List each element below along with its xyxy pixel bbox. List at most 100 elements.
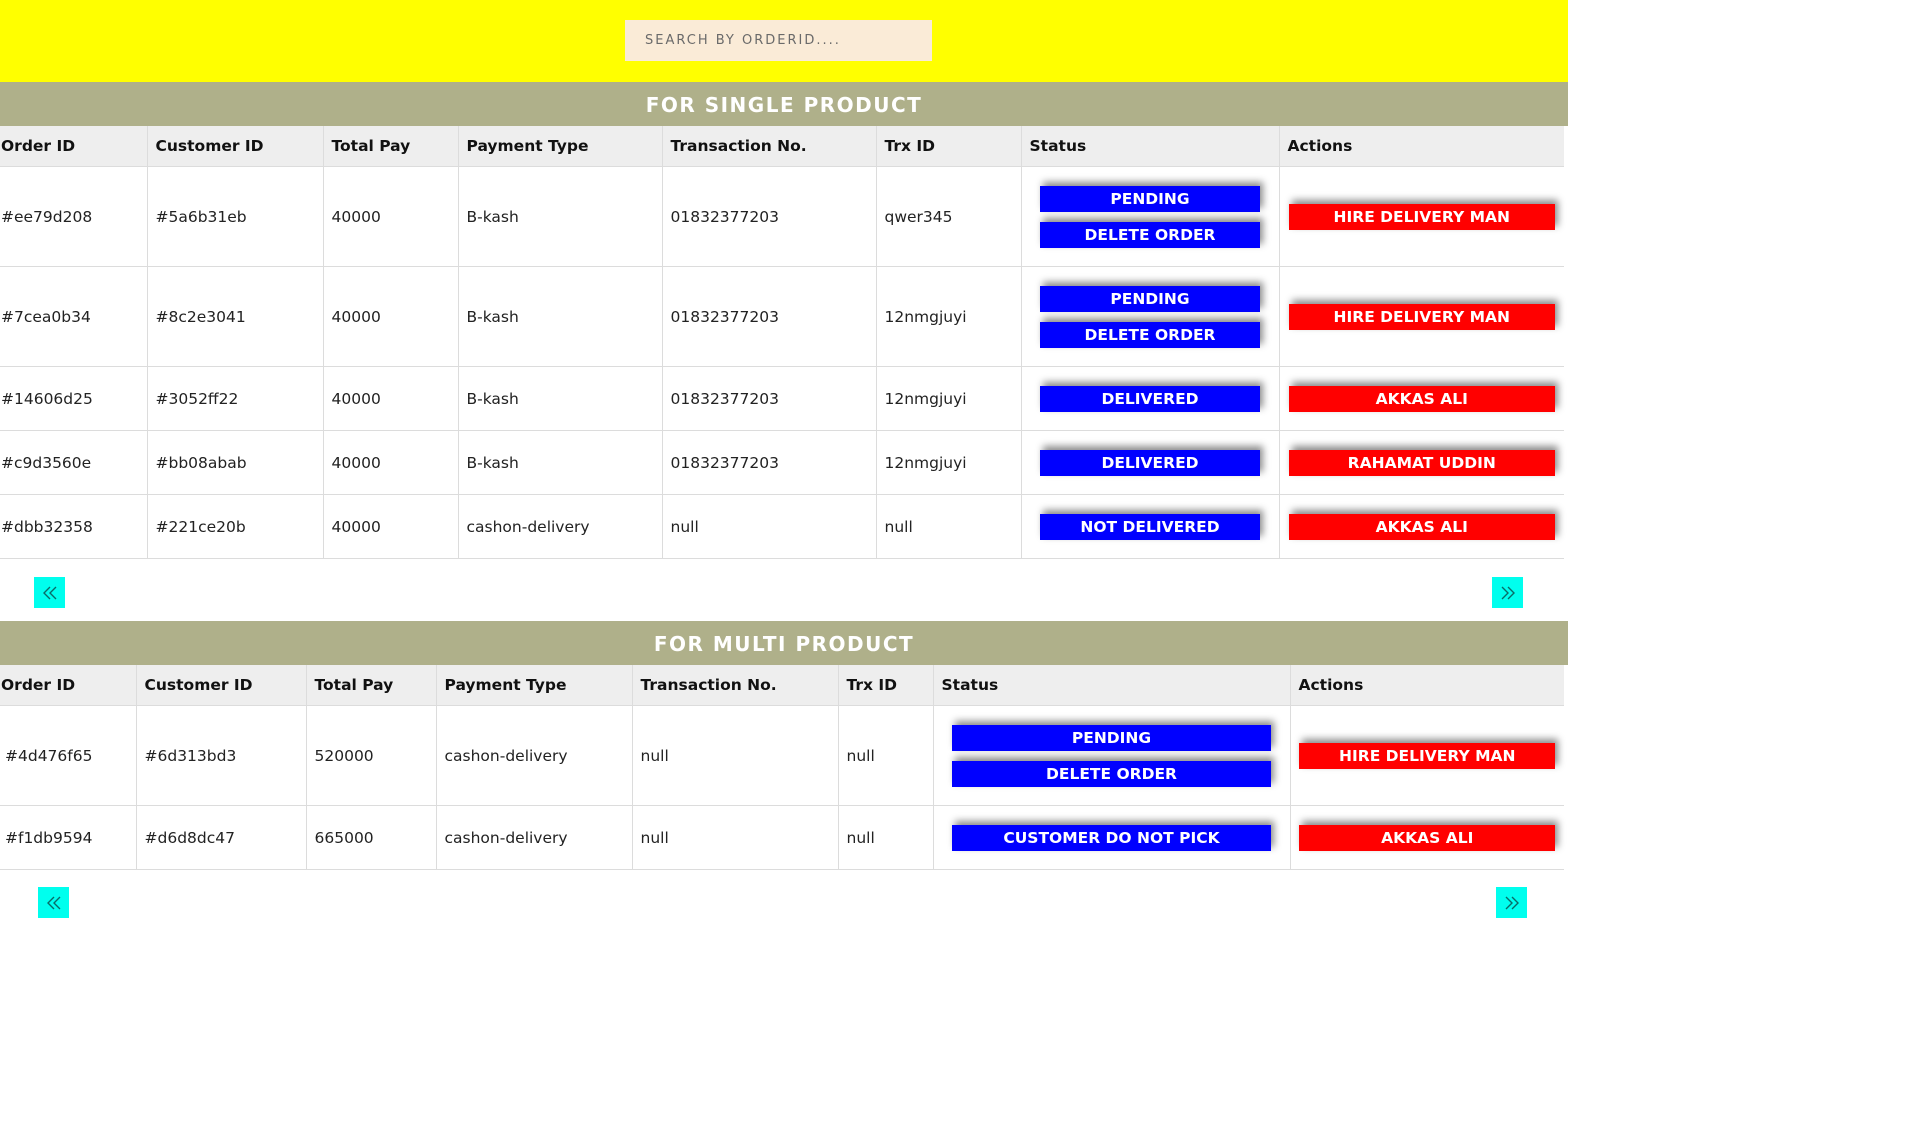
trx-id: null xyxy=(875,494,1021,559)
header-payment-type: Payment Type xyxy=(457,126,662,167)
delivery-man-button[interactable]: AKKAS ALI xyxy=(1288,513,1555,540)
actions-cell: HIRE DELIVERY MAN xyxy=(1278,266,1564,367)
header-trx-id: Trx ID xyxy=(875,126,1021,167)
status-button[interactable]: PENDING xyxy=(1040,185,1260,212)
actions-cell: AKKAS ALI xyxy=(1278,494,1564,559)
table-row: #f1db9594 #d6d8dc47 665000 cashon-delive… xyxy=(0,805,1564,870)
transaction-no: 01832377203 xyxy=(661,166,876,267)
table-row: #7cea0b34 #8c2e3041 40000 B-kash 0183237… xyxy=(0,266,1564,367)
transaction-no: 01832377203 xyxy=(661,430,876,495)
customer-id: #5a6b31eb xyxy=(146,166,323,267)
order-id: #c9d3560e xyxy=(0,430,147,495)
payment-type: B-kash xyxy=(457,166,662,267)
hire-delivery-man-button[interactable]: HIRE DELIVERY MAN xyxy=(1288,203,1555,230)
customer-id: #6d313bd3 xyxy=(135,705,306,806)
status-cell: PENDING DELETE ORDER xyxy=(1020,266,1279,367)
header-order-id: Order ID xyxy=(0,126,147,167)
table-row: #ee79d208 #5a6b31eb 40000 B-kash 0183237… xyxy=(0,166,1564,267)
payment-type: B-kash xyxy=(457,430,662,495)
trx-id: null xyxy=(837,705,933,806)
transaction-no: 01832377203 xyxy=(661,266,876,367)
header-payment-type: Payment Type xyxy=(435,665,632,706)
next-page-button[interactable] xyxy=(1492,577,1523,608)
header-trx-id: Trx ID xyxy=(837,665,933,706)
search-input[interactable] xyxy=(625,20,932,61)
order-id: #7cea0b34 xyxy=(0,266,147,367)
prev-page-button[interactable] xyxy=(38,887,69,918)
total-pay: 40000 xyxy=(322,430,458,495)
total-pay: 40000 xyxy=(322,366,458,431)
double-chevron-right-icon xyxy=(1501,586,1515,599)
trx-id: 12nmgjuyi xyxy=(875,366,1021,431)
table-row: #c9d3560e #bb08abab 40000 B-kash 0183237… xyxy=(0,430,1564,495)
header-transaction-no: Transaction No. xyxy=(631,665,838,706)
delivery-man-button[interactable]: AKKAS ALI xyxy=(1288,385,1555,412)
hire-delivery-man-button[interactable]: HIRE DELIVERY MAN xyxy=(1299,742,1556,769)
payment-type: cashon-delivery xyxy=(435,805,632,870)
header-status: Status xyxy=(1020,126,1279,167)
order-id: #ee79d208 xyxy=(0,166,147,267)
order-id: #4d476f65 xyxy=(0,705,136,806)
status-cell: PENDING DELETE ORDER xyxy=(1020,166,1279,267)
status-button[interactable]: NOT DELIVERED xyxy=(1040,513,1260,540)
status-button[interactable]: PENDING xyxy=(1040,285,1260,312)
hire-delivery-man-button[interactable]: HIRE DELIVERY MAN xyxy=(1288,303,1555,330)
total-pay: 40000 xyxy=(322,494,458,559)
trx-id: qwer345 xyxy=(875,166,1021,267)
transaction-no: null xyxy=(631,805,838,870)
payment-type: B-kash xyxy=(457,266,662,367)
trx-id: 12nmgjuyi xyxy=(875,430,1021,495)
top-bar xyxy=(0,0,1568,82)
single-product-table: Order ID Customer ID Total Pay Payment T… xyxy=(0,126,1564,559)
status-button[interactable]: DELIVERED xyxy=(1040,449,1260,476)
total-pay: 665000 xyxy=(305,805,436,870)
table-header-row: Order ID Customer ID Total Pay Payment T… xyxy=(0,665,1564,706)
customer-id: #3052ff22 xyxy=(146,366,323,431)
header-total-pay: Total Pay xyxy=(322,126,458,167)
actions-cell: HIRE DELIVERY MAN xyxy=(1278,166,1564,267)
order-id: #14606d25 xyxy=(0,366,147,431)
customer-id: #8c2e3041 xyxy=(146,266,323,367)
total-pay: 40000 xyxy=(322,266,458,367)
order-id: #f1db9594 xyxy=(0,805,136,870)
table-header-row: Order ID Customer ID Total Pay Payment T… xyxy=(0,126,1564,167)
status-cell: DELIVERED xyxy=(1020,366,1279,431)
delivery-man-button[interactable]: RAHAMAT UDDIN xyxy=(1288,449,1555,476)
actions-cell: RAHAMAT UDDIN xyxy=(1278,430,1564,495)
total-pay: 40000 xyxy=(322,166,458,267)
table-row: #dbb32358 #221ce20b 40000 cashon-deliver… xyxy=(0,494,1564,559)
status-button[interactable]: CUSTOMER DO NOT PICK xyxy=(952,824,1271,851)
payment-type: B-kash xyxy=(457,366,662,431)
trx-id: 12nmgjuyi xyxy=(875,266,1021,367)
total-pay: 520000 xyxy=(305,705,436,806)
customer-id: #d6d8dc47 xyxy=(135,805,306,870)
transaction-no: null xyxy=(661,494,876,559)
header-order-id: Order ID xyxy=(0,665,136,706)
payment-type: cashon-delivery xyxy=(457,494,662,559)
double-chevron-left-icon xyxy=(42,586,56,599)
header-total-pay: Total Pay xyxy=(305,665,436,706)
status-cell: DELIVERED xyxy=(1020,430,1279,495)
delivery-man-button[interactable]: AKKAS ALI xyxy=(1299,824,1556,851)
delete-order-button[interactable]: DELETE ORDER xyxy=(952,760,1271,787)
delete-order-button[interactable]: DELETE ORDER xyxy=(1040,321,1260,348)
header-actions: Actions xyxy=(1278,126,1564,167)
trx-id: null xyxy=(837,805,933,870)
status-button[interactable]: DELIVERED xyxy=(1040,385,1260,412)
next-page-button[interactable] xyxy=(1496,887,1527,918)
multi-product-table: Order ID Customer ID Total Pay Payment T… xyxy=(0,665,1564,870)
customer-id: #221ce20b xyxy=(146,494,323,559)
prev-page-button[interactable] xyxy=(34,577,65,608)
pagination-multi xyxy=(0,870,1568,932)
section-title-multi: FOR MULTI PRODUCT xyxy=(0,621,1568,665)
pagination-single xyxy=(0,559,1568,621)
status-button[interactable]: PENDING xyxy=(952,724,1271,751)
header-customer-id: Customer ID xyxy=(146,126,323,167)
header-transaction-no: Transaction No. xyxy=(661,126,876,167)
double-chevron-right-icon xyxy=(1505,896,1519,909)
table-row: #4d476f65 #6d313bd3 520000 cashon-delive… xyxy=(0,705,1564,806)
table-row: #14606d25 #3052ff22 40000 B-kash 0183237… xyxy=(0,366,1564,431)
status-cell: PENDING DELETE ORDER xyxy=(932,705,1290,806)
order-id: #dbb32358 xyxy=(0,494,147,559)
delete-order-button[interactable]: DELETE ORDER xyxy=(1040,221,1260,248)
